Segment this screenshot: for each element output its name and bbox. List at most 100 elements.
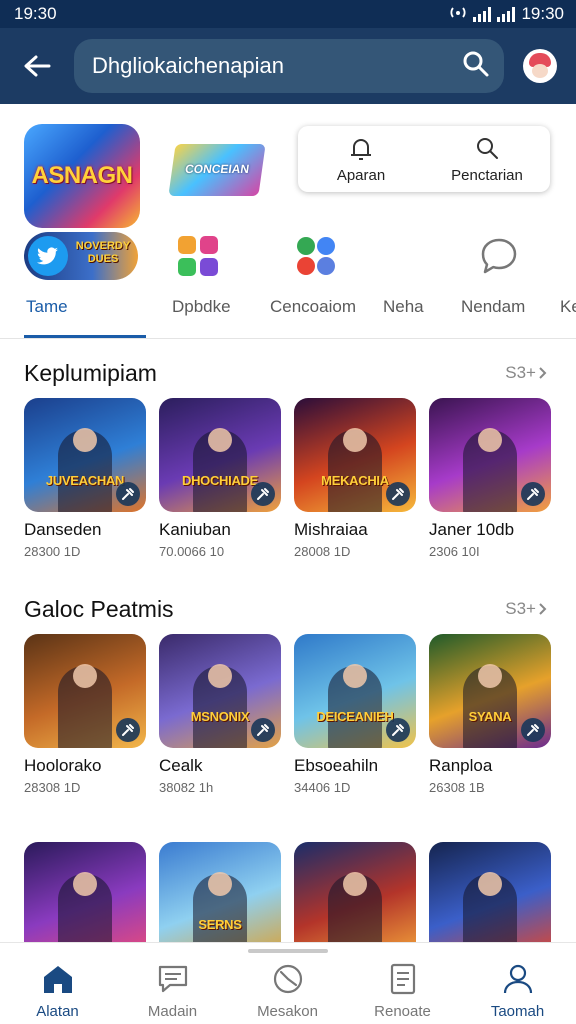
see-more-link[interactable]: S3+ xyxy=(505,599,548,619)
chevron-right-icon xyxy=(539,603,547,615)
game-card[interactable]: MSNONIX Cealk 38082 1h xyxy=(159,634,281,795)
top-bar: Dhgliokaichenapian xyxy=(0,28,576,104)
tab-nendam[interactable]: Nendam xyxy=(461,224,576,338)
person-icon xyxy=(503,964,532,994)
action-label: Penctarian xyxy=(451,166,523,184)
game-card[interactable]: DHOCHIADE Kaniuban 70.0066 10 xyxy=(159,398,281,559)
game-card[interactable]: MEKACHIA Mishraiaa 28008 1D xyxy=(294,398,416,559)
game-card[interactable]: Hoolorako 28308 1D xyxy=(24,634,146,795)
colorful-dots-icon xyxy=(292,232,340,280)
tab-dpbdke[interactable]: Dpbdke xyxy=(156,224,286,338)
game-card[interactable]: SERNS xyxy=(159,842,281,956)
game-thumbnail[interactable]: JUVEACHAN xyxy=(24,398,146,512)
tab-label: Ke xyxy=(560,297,576,316)
tile-text: NOVERDY DUES xyxy=(75,240,131,265)
game-thumbnail[interactable] xyxy=(429,842,551,956)
chat-bubble-icon xyxy=(475,232,523,280)
nav-mesakon[interactable]: Mesakon xyxy=(230,963,345,1020)
hero-figure xyxy=(463,664,517,748)
hero-figure xyxy=(328,664,382,748)
banner-title: ASNAGN xyxy=(31,162,133,189)
game-meta: 70.0066 10 xyxy=(159,544,225,559)
game-thumbnail[interactable] xyxy=(24,842,146,956)
game-meta: 2306 10I xyxy=(429,544,480,559)
game-thumbnail[interactable]: SYANA xyxy=(429,634,551,748)
game-thumbnail[interactable]: MEKACHIA xyxy=(294,398,416,512)
game-title: Janer 10db xyxy=(429,520,515,539)
game-thumbnail[interactable]: SERNS xyxy=(159,842,281,956)
colorful-squares-icon xyxy=(174,232,222,280)
shortcuts-panel: ASNAGN CONCEIAN Aparan Penctarian NOVERD… xyxy=(0,104,576,338)
game-thumbnail[interactable] xyxy=(294,842,416,956)
hero-figure xyxy=(58,664,112,748)
nav-label: Mesakon xyxy=(257,1003,318,1020)
game-card[interactable]: JUVEACHAN Danseden 28300 1D xyxy=(24,398,146,559)
secondary-game-banner[interactable]: CONCEIAN xyxy=(168,144,266,196)
see-more-label: S3+ xyxy=(505,599,536,618)
nav-taomah[interactable]: Taomah xyxy=(460,963,575,1020)
clock-icon xyxy=(273,964,302,994)
see-more-label: S3+ xyxy=(505,363,536,382)
tab-tame[interactable]: NOVERDY DUES Tame xyxy=(24,224,154,338)
drag-handle[interactable] xyxy=(248,949,328,953)
game-thumbnail[interactable]: MSNONIX xyxy=(159,634,281,748)
status-time-left: 19:30 xyxy=(14,4,57,23)
game-card[interactable]: DEICEANIEH Ebsoeahiln 34406 1D xyxy=(294,634,416,795)
see-more-link[interactable]: S3+ xyxy=(505,363,548,383)
hero-figure xyxy=(193,428,247,512)
tab-label: Cencoaiom xyxy=(270,297,356,316)
section-title: Keplumipiam xyxy=(24,360,157,386)
game-card[interactable] xyxy=(24,842,146,956)
game-card[interactable] xyxy=(429,842,551,956)
game-meta: 28008 1D xyxy=(294,544,351,559)
nav-label: Madain xyxy=(147,1003,198,1020)
twitter-bird-icon: NOVERDY DUES xyxy=(24,232,138,280)
search-bar[interactable]: Dhgliokaichenapian xyxy=(74,39,504,93)
game-title: Kaniuban xyxy=(159,520,231,539)
game-thumbnail[interactable] xyxy=(429,398,551,512)
game-meta: 34406 1D xyxy=(294,780,351,795)
game-thumbnail[interactable]: DHOCHIADE xyxy=(159,398,281,512)
back-button[interactable] xyxy=(0,28,74,104)
tab-cencoaiom[interactable]: Cencoaiom xyxy=(270,224,400,338)
divider xyxy=(0,338,576,339)
nav-madain[interactable]: Madain xyxy=(115,963,230,1020)
back-arrow-icon xyxy=(24,55,51,77)
nav-renoate[interactable]: Renoate xyxy=(345,963,460,1020)
hero-figure xyxy=(193,664,247,748)
game-thumbnail[interactable]: DEICEANIEH xyxy=(294,634,416,748)
action-aparan[interactable]: Aparan xyxy=(298,126,424,192)
game-title: Danseden xyxy=(24,520,102,539)
status-bar: 19:30 19:30 xyxy=(0,0,576,28)
hero-figure xyxy=(328,428,382,512)
nav-alatan[interactable]: Alatan xyxy=(0,963,115,1020)
search-icon[interactable] xyxy=(462,50,490,83)
document-icon xyxy=(390,963,415,995)
hotspot-icon xyxy=(449,4,467,25)
profile-button[interactable] xyxy=(504,49,576,83)
search-icon xyxy=(477,137,498,159)
game-card[interactable]: SYANA Ranploa 26308 1B xyxy=(429,634,551,795)
signal-icon xyxy=(473,6,492,22)
game-title: Cealk xyxy=(159,756,203,775)
game-card[interactable]: Janer 10db 2306 10I xyxy=(429,398,551,559)
category-tabs: NOVERDY DUES Tame Dpbdke Cencoaiom Neha … xyxy=(0,224,576,338)
section-title: Galoc Peatmis xyxy=(24,596,174,622)
search-input[interactable]: Dhgliokaichenapian xyxy=(92,53,462,79)
game-meta: 28300 1D xyxy=(24,544,81,559)
nav-label: Renoate xyxy=(374,1003,431,1020)
game-title: Hoolorako xyxy=(24,756,102,775)
banner-title: CONCEIAN xyxy=(184,162,251,177)
game-card[interactable] xyxy=(294,842,416,956)
nav-label: Taomah xyxy=(490,1003,545,1020)
game-thumbnail[interactable] xyxy=(24,634,146,748)
tab-label: Dpbdke xyxy=(172,297,231,316)
action-penctarian[interactable]: Penctarian xyxy=(424,126,550,192)
featured-game-banner[interactable]: ASNAGN xyxy=(24,124,140,228)
tab-label: Tame xyxy=(26,297,68,316)
chevron-right-icon xyxy=(539,367,547,379)
controller-badge-icon xyxy=(521,482,545,506)
tab-ke[interactable]: Ke xyxy=(560,224,576,338)
game-meta: 28308 1D xyxy=(24,780,81,795)
avatar[interactable] xyxy=(523,49,557,83)
